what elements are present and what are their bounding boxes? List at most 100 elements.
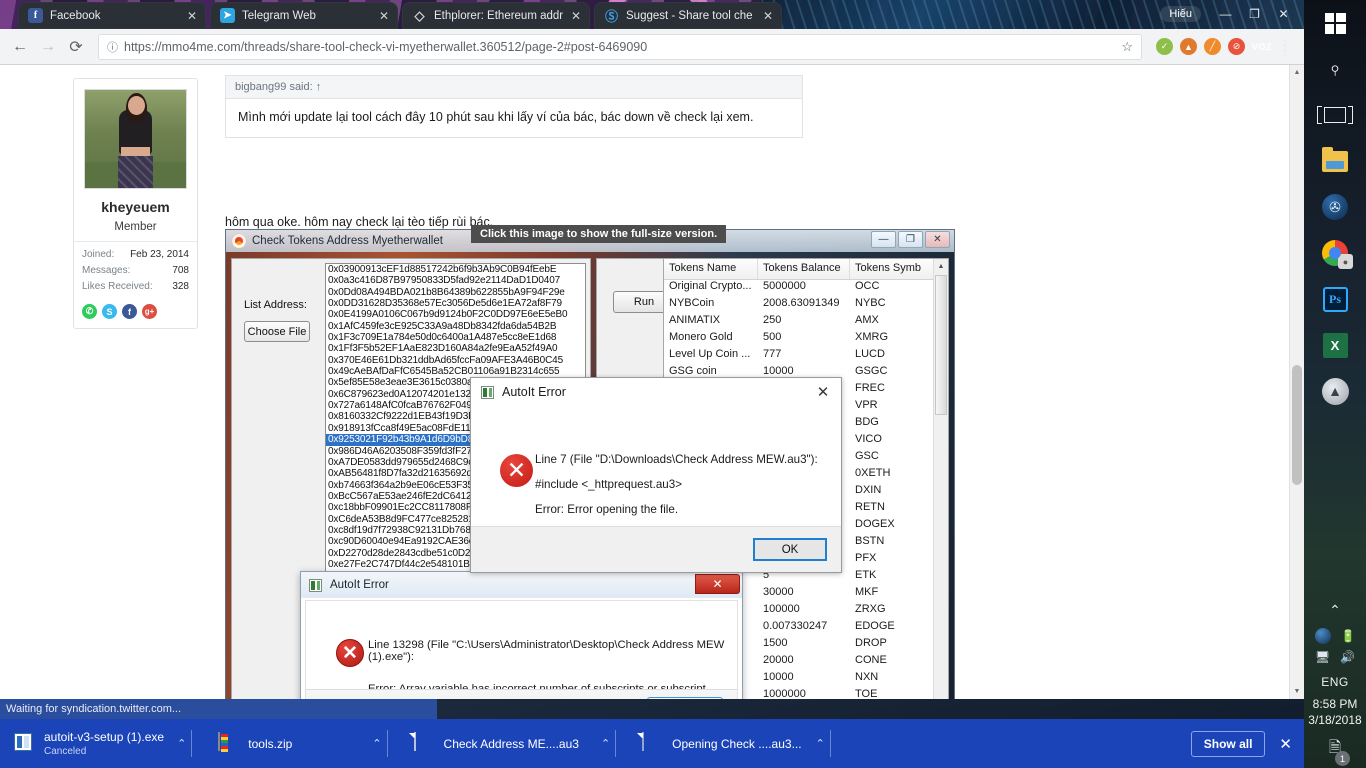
address-list-item[interactable]: 0x03900913cEF1d88517242b6f9b3Ab9C0B94fEe… [326, 264, 585, 275]
excel-button[interactable]: X [1304, 322, 1366, 368]
minimize-button[interactable]: — [1211, 2, 1240, 25]
app-close-button[interactable]: ✕ [925, 231, 950, 248]
tokens-table-scrollbar[interactable]: ▲ ▼ [933, 259, 948, 699]
search-button[interactable]: ⌕ [1304, 46, 1366, 92]
chevron-up-icon[interactable]: ⌃ [816, 737, 825, 750]
photoshop-button[interactable]: Ps [1304, 276, 1366, 322]
clock-date[interactable]: 3/18/2018 [1308, 711, 1361, 727]
action-center-icon[interactable]: 🗎 1 [1329, 727, 1351, 766]
start-button[interactable] [1304, 0, 1366, 46]
bookmark-star-icon[interactable]: ☆ [1121, 39, 1133, 55]
network-icon[interactable]: 🖥 [1315, 650, 1330, 664]
app-maximize-button[interactable]: ❐ [898, 231, 923, 248]
maximize-button[interactable]: ❐ [1240, 2, 1269, 25]
forward-button[interactable]: → [34, 33, 62, 61]
site-info-icon[interactable]: ⓘ [107, 39, 118, 55]
ok-button[interactable]: OK [753, 538, 827, 561]
close-icon[interactable]: ✕ [568, 8, 584, 24]
close-icon[interactable]: ✕ [695, 574, 740, 594]
google-plus-icon[interactable]: g+ [142, 304, 157, 319]
back-button[interactable]: ← [6, 33, 34, 61]
steam-tray-icon[interactable] [1314, 628, 1331, 644]
close-icon[interactable]: ✕ [760, 8, 776, 24]
address-list-item[interactable]: 0x1F3c709E1a784e50d0c6400a1A487e5cc8eE1d… [326, 332, 585, 343]
facebook-icon[interactable]: f [122, 304, 137, 319]
tab-ethplorer[interactable]: ◇ Ethplorer: Ethereum addr ✕ [402, 2, 590, 29]
voz-extension-icon[interactable]: VOZ [1252, 38, 1272, 55]
download-item-opening-check[interactable]: Opening Check ....au3... ⌃ [616, 719, 831, 768]
close-window-button[interactable]: ✕ [1269, 2, 1298, 25]
tab-facebook[interactable]: f Facebook ✕ [18, 2, 206, 29]
page-scroll-up-icon[interactable]: ▲ [1290, 65, 1304, 80]
table-row[interactable]: ANIMATIX 250 AMX [664, 314, 948, 331]
table-row[interactable]: Original Crypto... 5000000 OCC [664, 280, 948, 297]
address-list-item[interactable]: 0x49cAeBAfDaFfC6545Ba52CB01106a91B2314c6… [326, 366, 585, 377]
task-view-button[interactable] [1304, 92, 1366, 138]
utorrent-button[interactable]: ▲ [1304, 368, 1366, 414]
address-list-item[interactable]: 0x1Ff3F5b52EF1AaE823D160A84a2fe9EaA52f49… [326, 343, 585, 354]
column-tokens-balance[interactable]: Tokens Balance [758, 259, 850, 279]
show-all-button[interactable]: Show all [1190, 730, 1266, 757]
reload-button[interactable]: ⟳ [62, 33, 90, 61]
dialog-title: AutoIt Error [502, 385, 566, 399]
volume-icon[interactable]: 🔊 [1340, 650, 1355, 664]
page-scroll-down-icon[interactable]: ▼ [1290, 684, 1304, 699]
close-shelf-icon[interactable]: ✕ [1279, 735, 1292, 753]
table-row[interactable]: Level Up Coin ... 777 LUCD [664, 348, 948, 365]
adblock-extension-icon[interactable]: ✓ [1155, 38, 1173, 55]
steam-button[interactable]: ✇ [1304, 184, 1366, 230]
cell-tokens-symbol: LUCD [855, 348, 885, 360]
skype-icon[interactable]: S [102, 304, 117, 319]
cell-tokens-symbol: NXN [855, 671, 879, 683]
close-icon[interactable]: ✕ [805, 378, 841, 406]
table-row[interactable]: NYBCoin 2008.63091349 NYBC [664, 297, 948, 314]
chrome-menu-icon[interactable]: ⋮ ⋮ [1272, 38, 1298, 56]
block-extension-icon[interactable]: ⊘ [1227, 38, 1245, 55]
page-scrollbar-thumb[interactable] [1292, 365, 1302, 485]
author-username[interactable]: kheyeuem [74, 199, 197, 215]
autoit-error-dialog-top[interactable]: AutoIt Error ✕ ✕ Line 7 (File "D:\Downlo… [470, 377, 842, 573]
address-list-item[interactable]: 0x1AfC459fe3cE925C33A9a48Db8342fda6da54B… [326, 321, 585, 332]
file-explorer-button[interactable] [1304, 138, 1366, 184]
show-hidden-icons-button[interactable]: ⌃ [1329, 594, 1341, 625]
address-list-item[interactable]: 0x0E4199A0106C067b9d9124b0F2C0DD97E6eE5e… [326, 309, 585, 320]
chrome-button[interactable]: ● [1304, 230, 1366, 276]
download-item-tools[interactable]: tools.zip ⌃ [192, 719, 388, 768]
language-indicator[interactable]: ENG [1321, 667, 1349, 689]
ok-button[interactable]: OK [647, 697, 723, 699]
address-bar[interactable]: ⓘ https://mmo4me.com/threads/share-tool-… [98, 33, 1142, 60]
address-list-item[interactable]: 0x0Dd08A494BDA021b8B64389b622855bA9F94F2… [326, 287, 585, 298]
close-icon[interactable]: ✕ [184, 8, 200, 24]
column-tokens-name[interactable]: Tokens Name [664, 259, 758, 279]
table-row[interactable]: Monero Gold 500 XMRG [664, 331, 948, 348]
close-icon[interactable]: ✕ [376, 8, 392, 24]
avatar[interactable] [84, 89, 187, 189]
page-scrollbar[interactable]: ▲ ▼ [1289, 65, 1304, 699]
utorrent-icon: ▲ [1321, 377, 1349, 405]
autoit-error-dialog-bottom[interactable]: AutoIt Error ✕ ✕ Line 13298 (File "C:\Us… [300, 571, 743, 699]
fox-extension-icon[interactable]: ▲ [1179, 38, 1197, 55]
autoit-icon [309, 578, 322, 592]
download-item-autoit[interactable]: autoit-v3-setup (1).exe Canceled ⌃ [0, 719, 193, 768]
address-list-item[interactable]: 0x0DD31628D35368e57Ec3056De5d6e1EA72af8F… [326, 298, 585, 309]
orange-extension-icon[interactable]: ╱ [1203, 38, 1221, 55]
chevron-up-icon[interactable]: ⌃ [372, 737, 381, 750]
address-list-item[interactable]: 0x0a3c416D87B97950833D5fad92e2114DaD1D04… [326, 275, 585, 286]
choose-file-button[interactable]: Choose File [244, 321, 310, 342]
tab-suggest[interactable]: Ⓢ Suggest - Share tool che ✕ [594, 2, 782, 29]
column-tokens-symbol[interactable]: Tokens Symb [850, 259, 928, 279]
cell-tokens-symbol: GSC [855, 450, 879, 462]
chevron-up-icon[interactable]: ⌃ [601, 737, 610, 750]
battery-icon[interactable]: 🔋 [1341, 629, 1356, 643]
address-list-item[interactable]: 0x370E46E61Db321ddbAd65fccFa09AFE3A46B0C… [326, 355, 585, 366]
zalo-icon[interactable]: ✆ [82, 304, 97, 319]
user-profile-chip[interactable]: Hiếu [1160, 5, 1201, 22]
app-minimize-button[interactable]: — [871, 231, 896, 248]
clock-time[interactable]: 8:58 PM [1313, 689, 1358, 711]
chevron-up-icon[interactable]: ⌃ [177, 737, 186, 750]
scrollbar-thumb[interactable] [935, 275, 947, 415]
tab-telegram[interactable]: ➤ Telegram Web ✕ [210, 2, 398, 29]
download-item-check-address[interactable]: Check Address ME....au3 ⌃ [388, 719, 617, 768]
scroll-up-icon[interactable]: ▲ [934, 259, 948, 274]
quote-attribution[interactable]: bigbang99 said: ↑ [226, 76, 802, 99]
